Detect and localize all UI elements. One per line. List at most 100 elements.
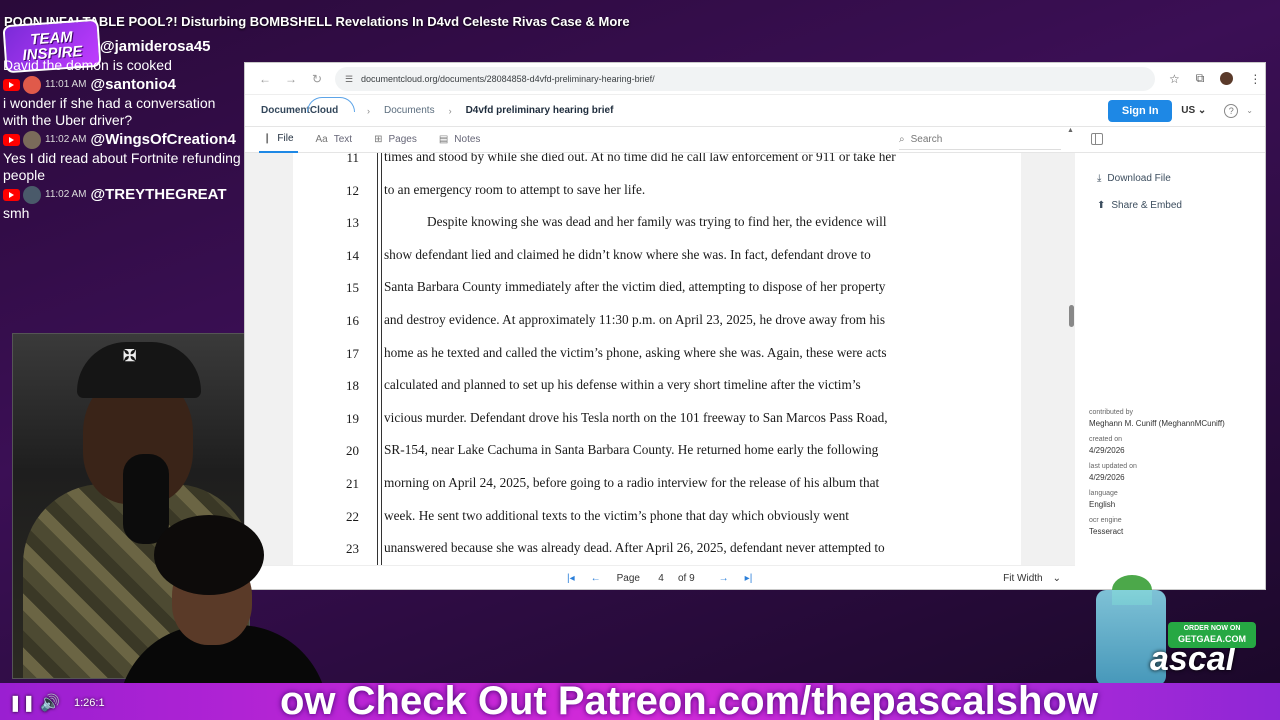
line-text: show defendant lied and claimed he didn’…: [384, 246, 871, 262]
pause-icon[interactable]: ❚❚: [8, 690, 36, 716]
line-number: 20: [346, 443, 359, 459]
meta-value: Tesseract: [1089, 527, 1124, 536]
promo-line2: GETGAEA.COM: [1177, 633, 1246, 644]
line-text: SR-154, near Lake Cachuma in Santa Barba…: [384, 442, 879, 458]
chat-username: @santonio4: [90, 76, 176, 93]
language-select[interactable]: US ⌄: [1181, 105, 1206, 116]
breadcrumb-documents[interactable]: Documents: [384, 105, 435, 116]
document-line: 23 unanswered because she was already dea…: [293, 536, 1021, 565]
tab-file[interactable]: ❙ File: [259, 127, 298, 153]
chat-username: @WingsOfCreation4: [90, 131, 236, 148]
chat-message: smh: [3, 205, 30, 221]
tab-pages[interactable]: ⊞ Pages: [370, 127, 421, 153]
url-input[interactable]: ☰ documentcloud.org/documents/28084858-d…: [335, 66, 1155, 91]
back-icon[interactable]: ←: [253, 67, 277, 91]
viewer-scrollbar[interactable]: ▲ ▼: [1067, 127, 1075, 587]
breadcrumb-separator: ›: [367, 105, 370, 116]
line-text: Despite knowing she was dead and her fam…: [427, 214, 887, 230]
document-viewer: 11 times and stood by while she died out.…: [245, 153, 1075, 565]
meta-label: ocr engine: [1089, 517, 1122, 524]
sponsor-badge: ORDER NOW ON GETGAEA.COM: [1168, 622, 1256, 648]
chat-message: David the demon is cooked: [3, 57, 172, 73]
pages-grid-icon: ⊞: [374, 134, 383, 145]
chevron-down-icon[interactable]: ⌄: [1246, 106, 1253, 115]
line-text: unanswered because she was already dead.…: [384, 540, 885, 556]
scroll-up-icon[interactable]: ▲: [1067, 127, 1074, 134]
site-info-icon[interactable]: ☰: [345, 74, 355, 84]
webcam-figure-cap: [77, 342, 201, 398]
menu-kebab-icon[interactable]: ⋮: [1249, 72, 1261, 86]
meta-value: English: [1089, 500, 1116, 509]
document-line: 21 morning on April 24, 2025, before goin…: [293, 471, 1021, 503]
document-sidebar: ⤓ Download File ⬆ Share & Embed contribu…: [1075, 153, 1265, 589]
document-line: 13 Despite knowing she was dead and her f…: [293, 210, 1021, 242]
breadcrumb-current-document: D4vfd preliminary hearing brief: [465, 105, 614, 116]
sidebar-toggle-icon[interactable]: [1091, 133, 1103, 145]
profile-avatar[interactable]: [1220, 72, 1234, 85]
playback-time: 1:26:1: [74, 697, 105, 709]
download-file-button[interactable]: ⤓ Download File: [1097, 173, 1171, 184]
tab-notes[interactable]: ▤ Notes: [435, 127, 485, 153]
meta-label: contributed by: [1089, 409, 1133, 416]
page-label: Page: [616, 573, 640, 584]
live-chat: @jamiderosa45 David the demon is cooked …: [0, 36, 242, 222]
file-icon: ❙: [263, 133, 272, 144]
meta-label: language: [1089, 490, 1118, 497]
chat-username: @TREYTHEGREAT: [90, 186, 227, 203]
document-metadata: contributed by Meghann M. Cuniff (Meghan…: [1089, 409, 1265, 536]
avatar: [23, 185, 41, 204]
line-number: 15: [346, 280, 359, 296]
chat-time: 11:01 AM: [45, 79, 87, 90]
chat-row: @jamiderosa45: [0, 36, 242, 57]
line-text: Santa Barbara County immediately after t…: [384, 279, 886, 295]
extensions-icon[interactable]: ⧉: [1196, 71, 1205, 86]
meta-label: created on: [1089, 436, 1123, 443]
notes-icon: ▤: [438, 134, 449, 145]
first-page-icon[interactable]: |◂: [567, 573, 575, 584]
share-icon: ⬆: [1097, 200, 1106, 211]
meta-value: Meghann M. Cuniff (MeghannMCuniff): [1089, 419, 1225, 428]
tab-text[interactable]: Aa Text: [312, 127, 357, 153]
avatar: [23, 130, 41, 149]
next-page-icon[interactable]: →: [719, 573, 729, 584]
page-navigation: |◂ ← Page 4 of 9 → ▸| Fit Width ⌄: [245, 565, 1075, 589]
document-page: 11 times and stood by while she died out.…: [293, 153, 1021, 565]
zoom-select[interactable]: Fit Width ⌄: [1003, 573, 1061, 584]
document-line: 12 to an emergency room to attempt to sav…: [293, 178, 1021, 210]
tab-label: Text: [333, 134, 353, 145]
line-number: 19: [346, 410, 359, 426]
reload-icon[interactable]: ↻: [305, 67, 329, 91]
meta-value: 4/29/2026: [1089, 446, 1125, 455]
document-search-input[interactable]: ⌕ Search: [899, 130, 1061, 150]
documentcloud-logo[interactable]: DocumentCloud: [261, 97, 355, 116]
chat-message: Yes I did read about Fortnite refunding …: [3, 150, 241, 183]
url-text: documentcloud.org/documents/28084858-d4v…: [361, 73, 655, 84]
promo-line1: ORDER NOW ON: [1183, 625, 1241, 633]
meta-value: 4/29/2026: [1089, 473, 1125, 482]
line-number: 21: [346, 476, 359, 491]
scrollbar-thumb[interactable]: [1069, 305, 1074, 327]
cap-logo-icon: ✠: [123, 346, 137, 365]
document-line: 22 week. He sent two additional texts to …: [293, 504, 1021, 536]
breadcrumb-separator: ›: [448, 105, 452, 116]
help-icon[interactable]: ?: [1224, 103, 1239, 118]
prev-page-icon[interactable]: ←: [591, 573, 601, 584]
page-number-input[interactable]: 4: [650, 573, 672, 584]
avatar: [23, 75, 41, 94]
document-line: 18 calculated and planned to set up his d…: [293, 373, 1021, 405]
document-line: 14 show defendant lied and claimed he did…: [293, 243, 1021, 275]
bookmark-star-icon[interactable]: ☆: [1169, 72, 1180, 86]
chat-time: 11:02 AM: [45, 189, 87, 200]
volume-icon[interactable]: 🔊: [36, 690, 64, 716]
line-text: week. He sent two additional texts to th…: [384, 507, 849, 523]
language-label: US: [1181, 105, 1196, 116]
youtube-icon: [3, 188, 20, 201]
youtube-icon: [3, 78, 20, 91]
document-line: 15 Santa Barbara County immediately after…: [293, 275, 1021, 307]
last-page-icon[interactable]: ▸|: [745, 573, 753, 584]
forward-icon[interactable]: →: [279, 67, 303, 91]
line-text: to an emergency room to attempt to save …: [384, 181, 646, 197]
share-embed-button[interactable]: ⬆ Share & Embed: [1097, 200, 1182, 211]
meta-label: last updated on: [1089, 463, 1137, 470]
sign-in-button[interactable]: Sign In: [1108, 99, 1173, 122]
